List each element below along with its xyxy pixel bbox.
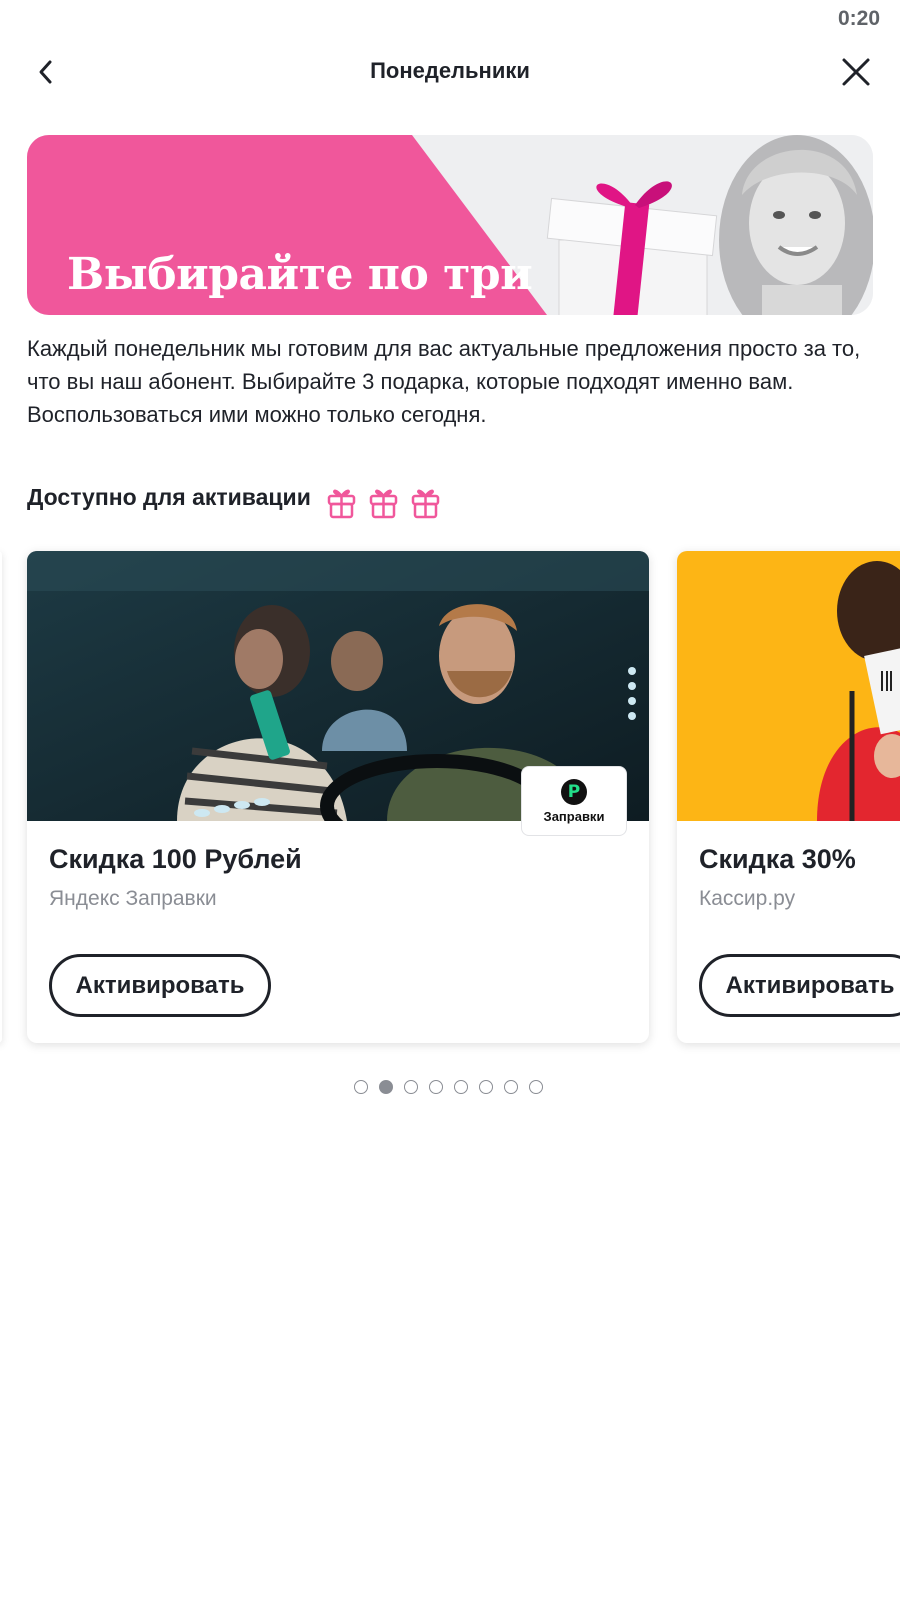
offer-photo-tickets bbox=[677, 551, 900, 821]
close-button[interactable] bbox=[836, 52, 876, 92]
page: 0:20 Понедельники Выбирайте по три Кажды… bbox=[0, 0, 900, 1600]
gift-icon bbox=[327, 489, 356, 519]
banner-headline: Выбирайте по три подарка каждый bbox=[67, 249, 533, 315]
offer-image bbox=[677, 551, 900, 821]
partner-badge-label: Заправки bbox=[543, 808, 605, 824]
offer-partner: Яндекс Заправки bbox=[49, 887, 217, 910]
pagination-dot[interactable] bbox=[479, 1080, 493, 1094]
carousel-pagination bbox=[354, 1080, 543, 1094]
page-title: Понедельники bbox=[370, 58, 530, 83]
pagination-dot[interactable] bbox=[529, 1080, 543, 1094]
close-icon bbox=[842, 58, 870, 86]
description-text: Каждый понедельник мы готовим для вас ак… bbox=[27, 336, 861, 427]
previous-offer-card-edge[interactable] bbox=[0, 551, 2, 1043]
yandex-fuel-logo-icon: P bbox=[561, 778, 587, 805]
offer-card[interactable]: Скидка 30% Кассир.ру Активировать bbox=[677, 551, 900, 1043]
gift-icon bbox=[369, 489, 398, 519]
pagination-dot[interactable] bbox=[354, 1080, 368, 1094]
gift-icon bbox=[411, 489, 440, 519]
status-time: 0:20 bbox=[837, 7, 880, 30]
pagination-dot[interactable] bbox=[429, 1080, 443, 1094]
offer-title: Скидка 30% bbox=[699, 844, 856, 874]
gift-icons bbox=[326, 484, 441, 519]
pagination-dot[interactable] bbox=[504, 1080, 518, 1094]
header: Понедельники bbox=[0, 52, 900, 92]
partner-badge: P Заправки bbox=[521, 766, 627, 836]
offer-title: Скидка 100 Рублей bbox=[49, 844, 302, 874]
offer-card[interactable]: P Заправки Скидка 100 Рублей Яндекс Запр… bbox=[27, 551, 649, 1043]
pagination-dot-active[interactable] bbox=[379, 1080, 393, 1094]
pagination-dot[interactable] bbox=[454, 1080, 468, 1094]
section-title: Доступно для активации bbox=[27, 484, 311, 510]
activate-button[interactable]: Активировать bbox=[49, 954, 271, 1017]
pagination-dot[interactable] bbox=[404, 1080, 418, 1094]
activate-button[interactable]: Активировать bbox=[699, 954, 900, 1017]
promo-banner[interactable]: Выбирайте по три подарка каждый bbox=[27, 135, 873, 315]
offer-partner: Кассир.ру bbox=[699, 887, 796, 910]
